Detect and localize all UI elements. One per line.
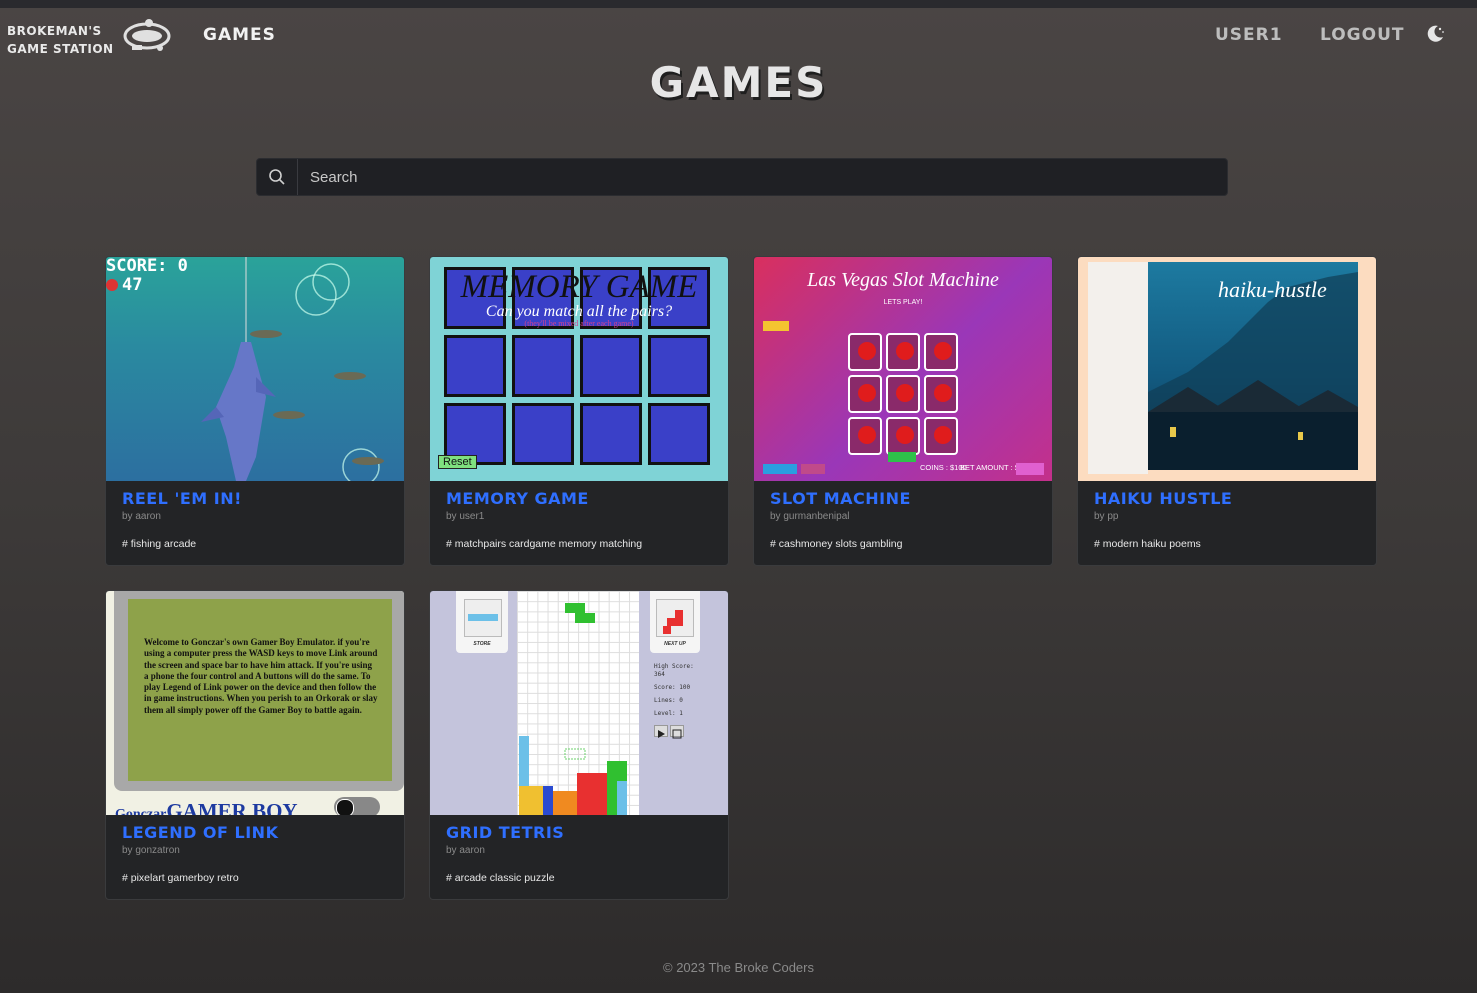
game-title: LEGEND OF LINK [122,823,279,842]
game-title: SLOT MACHINE [770,489,911,508]
high-score-label: High Score: [654,663,694,670]
game-tags: # cashmoney slots gambling [770,538,903,550]
moon-icon[interactable] [1424,23,1446,45]
brand-name[interactable]: BROKEMAN'S GAME STATION [7,22,117,58]
level-value: Level: 1 [654,710,683,717]
game-title: REEL 'EM IN! [122,489,242,508]
memory-small-note: (they'll be mixed after each game) [524,319,634,328]
game-thumbnail: Las Vegas Slot Machine LETS PLAY! COINS … [754,257,1052,481]
game-author: by aaron [446,845,485,856]
search-input[interactable] [298,159,1227,195]
slot-button-mid[interactable] [801,464,825,474]
memory-card [580,403,642,465]
game-title: MEMORY GAME [446,489,589,508]
game-thumbnail: MEMORY GAME Can you match all the pairs?… [430,257,728,481]
tetris-stats: High Score: 364 Score: 100 Lines: 0 Leve… [654,663,694,718]
next-box [656,599,694,637]
game-tags: # arcade classic puzzle [446,872,555,884]
game-author: by aaron [122,511,161,522]
gameboy-brand: GonczarGAMER BOY [115,799,298,815]
game-card-haiku-hustle[interactable]: haiku-hustle HAIKU HUSTLE by pp # modern… [1077,256,1377,566]
slot-button-left[interactable] [763,464,797,474]
page-title: GAMES [649,58,828,107]
tetris-pieces-icon [519,603,627,815]
side-panel [1088,262,1148,474]
memory-card [648,403,710,465]
apple-icon [848,417,882,455]
game-card-slot-machine[interactable]: Las Vegas Slot Machine LETS PLAY! COINS … [753,256,1053,566]
apple-icon [924,375,958,413]
search-icon[interactable] [257,159,298,195]
nav-games-link[interactable]: GAMES [203,25,276,45]
game-card-legend-of-link[interactable]: Welcome to Gonczar's own Gamer Boy Emula… [105,590,405,900]
slot-badge [763,321,789,331]
apple-icon [886,417,920,455]
game-tags: # fishing arcade [122,538,197,550]
apple-icon [848,333,882,371]
game-card-memory-game[interactable]: MEMORY GAME Can you match all the pairs?… [429,256,729,566]
tetris-board [517,591,639,815]
power-icon[interactable] [336,799,354,815]
store-label: STORE [473,641,491,647]
intro-text: Welcome to Gonczar's own Gamer Boy Emula… [144,637,378,715]
haiku-heading: haiku-hustle [1218,277,1327,302]
search-bar [256,158,1228,196]
apple-icon [848,375,882,413]
slot-reels [848,333,958,455]
apple-icon [886,375,920,413]
gameboy-brand-small: Gonczar [115,807,167,815]
fishing-scene-icon [201,257,384,481]
store-panel: STORE [456,591,508,653]
game-thumbnail: SCORE: 0 47 [106,257,404,481]
game-tags: # matchpairs cardgame memory matching [446,538,643,550]
game-author: by user1 [446,511,485,522]
apple-icon [924,417,958,455]
memory-card [648,335,710,397]
nav-logout-link[interactable]: LOGOUT [1320,25,1404,45]
memory-card [512,335,574,397]
play-icon[interactable] [654,725,668,738]
store-box [464,599,502,637]
game-author: by pp [1094,511,1119,522]
game-thumbnail: Welcome to Gonczar's own Gamer Boy Emula… [106,591,404,815]
game-title: HAIKU HUSTLE [1094,489,1233,508]
memory-card [580,335,642,397]
gameboy-screen: Welcome to Gonczar's own Gamer Boy Emula… [128,599,392,781]
spin-button[interactable] [888,452,916,462]
memory-heading: MEMORY GAME [460,269,698,305]
score-value: Score: 100 [654,684,691,691]
brand-line-1: BROKEMAN'S [7,24,102,38]
game-tags: # pixelart gamerboy retro [122,872,239,884]
top-strip [0,0,1477,8]
gameboy-brand-big: GAMER BOY [166,799,298,815]
game-thumbnail: STORE NEXT UP High Score: 364 Score: 100… [430,591,728,815]
high-score-value: 364 [654,671,665,678]
footer-copyright: © 2023 The Broke Coders [663,960,814,975]
apple-icon [886,333,920,371]
next-panel: NEXT UP [650,591,700,653]
game-author: by gurmanbenipal [770,511,850,522]
lines-value: Lines: 0 [654,697,683,704]
next-label: NEXT UP [664,641,686,647]
game-thumbnail: haiku-hustle [1078,257,1376,481]
blimp-logo-icon[interactable] [122,17,172,55]
brand-line-2: GAME STATION [7,42,114,56]
game-author: by gonzatron [122,845,180,856]
memory-card [512,403,574,465]
reset-button[interactable]: Reset [438,455,477,469]
slot-subheading: LETS PLAY! [883,299,923,306]
slot-button-right[interactable] [1016,463,1044,475]
game-card-grid-tetris[interactable]: STORE NEXT UP High Score: 364 Score: 100… [429,590,729,900]
slot-heading: Las Vegas Slot Machine [807,269,999,291]
nav-user-link[interactable]: USER1 [1215,25,1283,45]
game-tags: # modern haiku poems [1094,538,1201,550]
memory-card [444,335,506,397]
game-title: GRID TETRIS [446,823,565,842]
apple-icon [924,333,958,371]
game-card-reel-em-in[interactable]: SCORE: 0 47 REEL 'EM IN! by aaron # fish… [105,256,405,566]
power-switch[interactable] [334,797,380,815]
fullscreen-icon[interactable] [670,725,684,739]
